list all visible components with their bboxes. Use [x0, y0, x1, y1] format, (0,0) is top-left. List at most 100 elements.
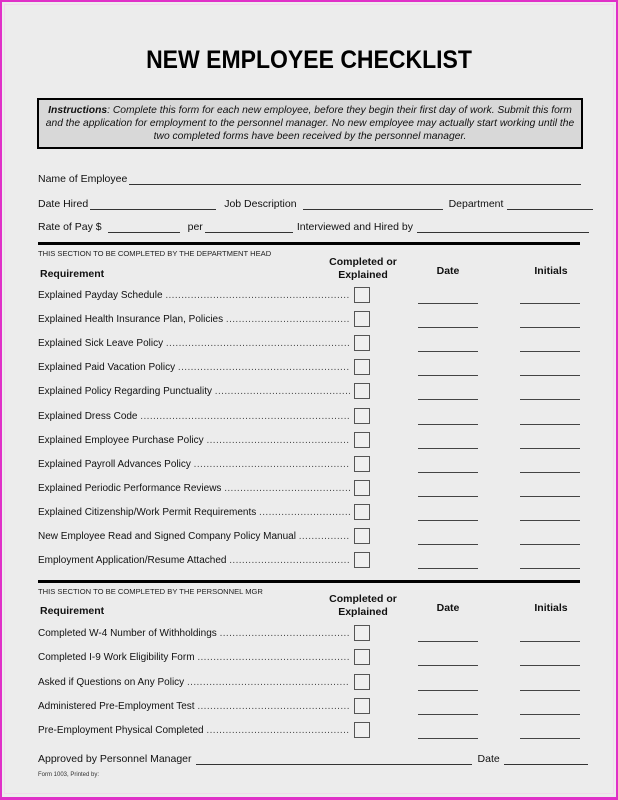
- rate-of-pay-label: Rate of Pay $: [38, 221, 102, 233]
- completed-checkbox[interactable]: [354, 431, 370, 448]
- initials-input[interactable]: [520, 568, 580, 570]
- date-hired-label: Date Hired: [38, 198, 89, 210]
- completed-checkbox[interactable]: [354, 359, 370, 376]
- rate-of-pay-input[interactable]: [107, 222, 180, 233]
- completed-checkbox[interactable]: [354, 697, 370, 714]
- initials-input[interactable]: [520, 447, 580, 449]
- requirement-label: Asked if Questions on Any Policy: [38, 676, 185, 688]
- initials-input[interactable]: [520, 519, 580, 521]
- date-input[interactable]: [418, 327, 478, 329]
- date-input[interactable]: [418, 399, 478, 401]
- section1-date-header: Date: [436, 265, 460, 277]
- initials-input[interactable]: [520, 544, 580, 545]
- initials-input[interactable]: [520, 399, 580, 401]
- date-input[interactable]: [418, 665, 478, 667]
- completed-header-line1: Completed or: [329, 256, 397, 268]
- requirement-item: Explained Policy Regarding Punctuality .…: [38, 385, 350, 399]
- leader-dots: ........................................…: [177, 362, 350, 374]
- initials-input[interactable]: [520, 351, 580, 353]
- date-input[interactable]: [418, 471, 478, 473]
- completed-checkbox[interactable]: [354, 625, 370, 641]
- completed-checkbox[interactable]: [354, 649, 370, 666]
- requirement-label: Explained Health Insurance Plan, Policie…: [38, 314, 224, 326]
- section1-initials-header: Initials: [534, 265, 568, 277]
- leader-dots: ........................................…: [229, 555, 350, 567]
- section2-date-header: Date: [436, 602, 460, 614]
- initials-input[interactable]: [520, 303, 580, 304]
- initials-input[interactable]: [520, 327, 580, 329]
- initials-input[interactable]: [520, 641, 580, 642]
- date-input[interactable]: [418, 641, 478, 642]
- date-input[interactable]: [418, 713, 478, 715]
- initials-input[interactable]: [520, 495, 580, 497]
- leader-dots: ........................................…: [219, 628, 350, 639]
- completed-checkbox[interactable]: [354, 383, 370, 400]
- date-input[interactable]: [418, 519, 478, 521]
- completed-checkbox[interactable]: [354, 552, 370, 569]
- approval-row: Approved by Personnel Manager Date: [38, 751, 590, 765]
- job-description-input[interactable]: [302, 199, 443, 210]
- name-of-employee-label: Name of Employee: [38, 173, 128, 185]
- requirement-label: New Employee Read and Signed Company Pol…: [38, 531, 296, 542]
- initials-input[interactable]: [520, 375, 580, 377]
- leader-dots: ........................................…: [206, 434, 350, 446]
- requirement-label: Explained Payday Schedule: [38, 290, 163, 301]
- requirement-label: Pre-Employment Physical Completed: [38, 725, 204, 737]
- date-input[interactable]: [418, 544, 478, 545]
- initials-input[interactable]: [520, 689, 580, 691]
- section2-requirement-header: Requirement: [40, 605, 105, 617]
- date-input[interactable]: [418, 738, 478, 740]
- requirement-label: Completed W-4 Number of Withholdings: [38, 628, 217, 639]
- department-input[interactable]: [507, 199, 594, 210]
- leader-dots: ........................................…: [298, 531, 350, 542]
- requirement-label: Explained Dress Code: [38, 410, 138, 422]
- date-input[interactable]: [418, 689, 478, 691]
- initials-input[interactable]: [520, 738, 580, 740]
- leader-dots: ........................................…: [197, 700, 350, 712]
- approval-date-input[interactable]: [503, 754, 588, 765]
- date-input[interactable]: [418, 495, 478, 497]
- completed-checkbox[interactable]: [354, 335, 370, 352]
- interviewed-by-input[interactable]: [416, 222, 589, 233]
- completed-checkbox[interactable]: [354, 722, 370, 739]
- requirement-item: Explained Dress Code ...................…: [38, 410, 350, 424]
- name-of-employee-input[interactable]: [129, 174, 582, 185]
- requirement-item: Employment Application/Resume Attached .…: [38, 554, 350, 568]
- date-input[interactable]: [418, 303, 478, 304]
- initials-input[interactable]: [520, 665, 580, 667]
- requirement-label: Explained Policy Regarding Punctuality: [38, 386, 212, 398]
- completed-checkbox[interactable]: [354, 407, 370, 424]
- date-input[interactable]: [418, 351, 478, 353]
- date-hired-input[interactable]: [90, 199, 217, 210]
- approved-by-input[interactable]: [195, 754, 472, 765]
- date-input[interactable]: [418, 568, 478, 570]
- job-description-label: Job Description: [224, 198, 297, 210]
- initials-input[interactable]: [520, 471, 580, 473]
- completed-header-line2: Explained: [338, 606, 388, 618]
- completed-checkbox[interactable]: [354, 311, 370, 328]
- form-footer: Form 1003, Printed by:: [38, 772, 100, 778]
- date-input[interactable]: [418, 447, 478, 449]
- department-label: Department: [448, 198, 504, 210]
- section1-note: THIS SECTION TO BE COMPLETED BY THE DEPA…: [38, 249, 272, 258]
- per-input[interactable]: [204, 222, 293, 233]
- section2-divider: [38, 580, 580, 583]
- initials-input[interactable]: [520, 423, 580, 425]
- completed-checkbox[interactable]: [354, 455, 370, 472]
- requirement-label: Explained Payroll Advances Policy: [38, 458, 191, 470]
- initials-input[interactable]: [520, 713, 580, 715]
- requirement-item: New Employee Read and Signed Company Pol…: [38, 530, 350, 544]
- completed-checkbox[interactable]: [354, 287, 370, 303]
- requirement-label: Employment Application/Resume Attached: [38, 555, 227, 567]
- completed-checkbox[interactable]: [354, 528, 370, 544]
- completed-checkbox[interactable]: [354, 673, 370, 690]
- requirement-item: Asked if Questions on Any Policy .......…: [38, 676, 350, 690]
- section1-divider: [38, 242, 580, 245]
- leader-dots: ........................................…: [225, 314, 350, 326]
- completed-checkbox[interactable]: [354, 479, 370, 496]
- date-input[interactable]: [418, 423, 478, 425]
- completed-checkbox[interactable]: [354, 503, 370, 520]
- leader-dots: ........................................…: [259, 506, 350, 518]
- instructions-text: : Complete this form for each new employ…: [45, 105, 575, 142]
- date-input[interactable]: [418, 375, 478, 377]
